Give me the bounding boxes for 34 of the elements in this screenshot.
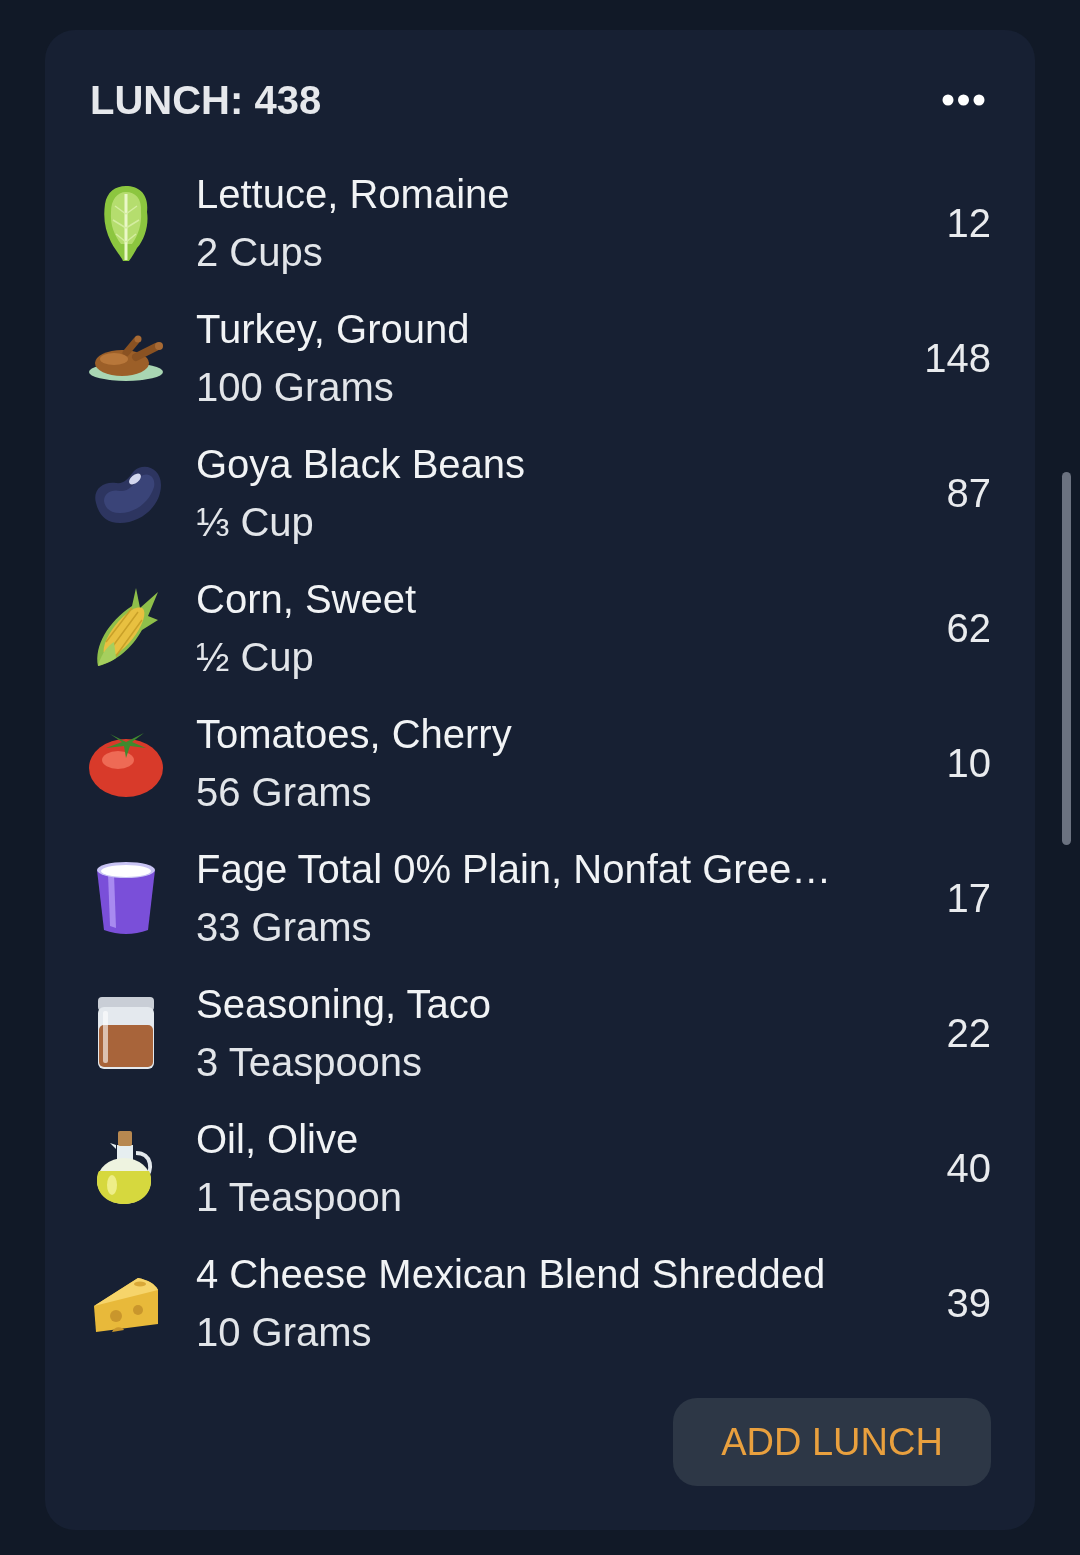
- calorie-count: 40: [946, 1144, 991, 1192]
- food-name: 4 Cheese Mexican Blend Shredded: [196, 1250, 826, 1298]
- meal-title: LUNCH: 438: [90, 80, 322, 120]
- food-name: Oil, Olive: [196, 1115, 359, 1163]
- serving-size: 1 Teaspoon: [196, 1173, 403, 1221]
- food-name: Tomatoes, Cherry: [196, 710, 512, 758]
- serving-size: ⅓ Cup: [196, 498, 314, 546]
- food-name: Turkey, Ground: [196, 305, 470, 353]
- calorie-count: 87: [946, 469, 991, 517]
- serving-size: 2 Cups: [196, 228, 323, 276]
- serving-size: 100 Grams: [196, 363, 394, 411]
- serving-size: 10 Grams: [196, 1308, 372, 1356]
- food-name: Goya Black Beans: [196, 440, 526, 488]
- yogurt-cup-icon: [94, 859, 158, 936]
- roast-chicken-icon: [88, 334, 164, 381]
- calorie-count: 12: [946, 199, 991, 247]
- calorie-count: 17: [946, 874, 991, 922]
- calorie-count: 10: [946, 739, 991, 787]
- more-options-icon[interactable]: [942, 94, 985, 106]
- scrollbar-thumb[interactable]: [1062, 472, 1071, 845]
- food-name: Seasoning, Taco: [196, 980, 492, 1028]
- food-name: Corn, Sweet: [196, 575, 417, 623]
- calorie-count: 62: [946, 604, 991, 652]
- calorie-count: 148: [924, 334, 991, 382]
- serving-size: ½ Cup: [196, 633, 314, 681]
- food-name: Fage Total 0% Plain, Nonfat Gree…: [196, 845, 832, 893]
- serving-size: 33 Grams: [196, 903, 372, 951]
- spice-jar-icon: [95, 994, 157, 1071]
- calorie-count: 39: [946, 1279, 991, 1327]
- serving-size: 56 Grams: [196, 768, 372, 816]
- serving-size: 3 Teaspoons: [196, 1038, 423, 1086]
- calorie-count: 22: [946, 1009, 991, 1057]
- add-lunch-button[interactable]: ADD LUNCH: [673, 1398, 991, 1486]
- food-name: Lettuce, Romaine: [196, 170, 510, 218]
